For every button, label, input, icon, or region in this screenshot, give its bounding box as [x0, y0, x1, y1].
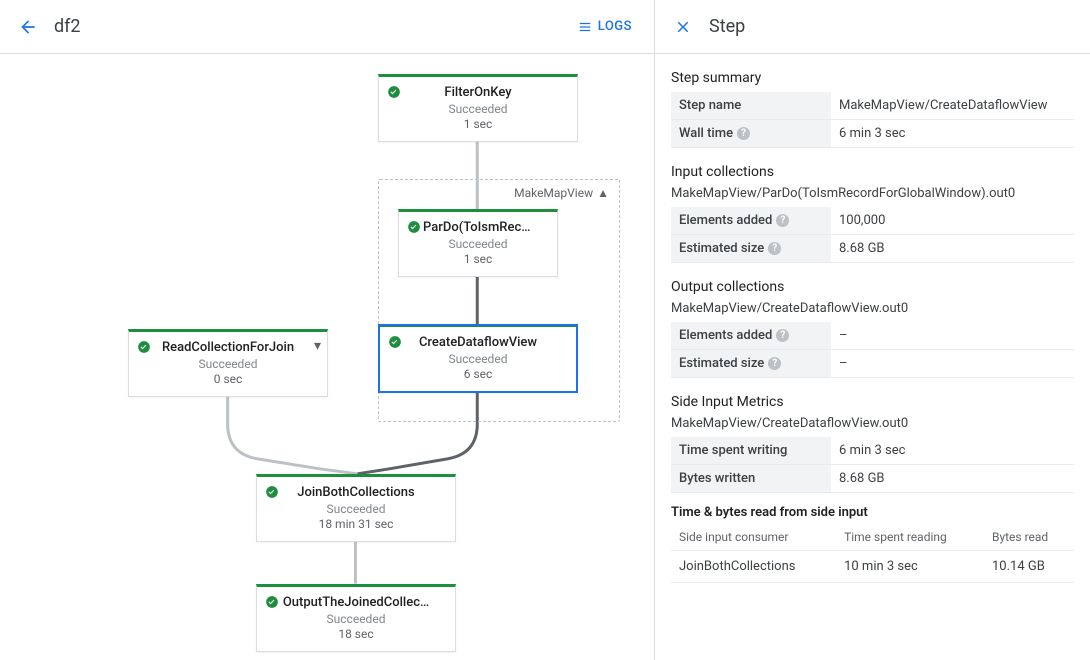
node-time: 1 sec [409, 252, 547, 266]
node-title: JoinBothCollections [267, 485, 445, 500]
section-input: Input collections [671, 164, 1074, 180]
right-header: Step [655, 0, 1090, 54]
row-wall-time: Wall time? 6 min 3 sec [671, 120, 1074, 148]
close-icon [674, 18, 692, 36]
node-status: Succeeded [409, 237, 547, 251]
row-step-name: Step name MakeMapView/CreateDataflowView [671, 92, 1074, 120]
node-status: Succeeded [267, 612, 445, 626]
group-label: MakeMapView [514, 186, 593, 200]
row-estimated-size: Estimated size? – [671, 350, 1074, 378]
graph-canvas[interactable]: MakeMapView ▲ FilterOnKey Succeeded 1 se… [0, 54, 654, 660]
panel-title: Step [709, 16, 745, 37]
node-pardo[interactable]: ParDo(ToIsmRecordFor… Succeeded 1 sec [398, 209, 558, 277]
check-icon [265, 485, 279, 503]
check-icon [387, 85, 401, 103]
summary-table: Step name MakeMapView/CreateDataflowView… [671, 92, 1074, 148]
table-row: JoinBothCollections 10 min 3 sec 10.14 G… [671, 551, 1074, 583]
node-output[interactable]: OutputTheJoinedCollec… Succeeded 18 sec [256, 584, 456, 652]
output-path: MakeMapView/CreateDataflowView.out0 [671, 301, 1074, 316]
check-icon [137, 340, 151, 358]
node-status: Succeeded [389, 102, 567, 116]
sideinput-path: MakeMapView/CreateDataflowView.out0 [671, 416, 1074, 431]
row-elements-added: Elements added? – [671, 322, 1074, 350]
check-icon [407, 220, 421, 238]
node-createdataflowview[interactable]: CreateDataflowView Succeeded 6 sec [378, 324, 578, 393]
node-title: CreateDataflowView [390, 335, 566, 350]
col-time: Time spent reading [836, 524, 984, 551]
node-title: FilterOnKey [389, 85, 567, 100]
node-title: ParDo(ToIsmRecordFor… [409, 220, 547, 235]
node-readcollection[interactable]: ▾ ReadCollectionForJoin Succeeded 0 sec [128, 329, 328, 397]
col-bytes: Bytes read [984, 524, 1074, 551]
back-button[interactable] [12, 11, 44, 43]
help-icon[interactable]: ? [776, 329, 789, 342]
row-elements-added: Elements added? 100,000 [671, 207, 1074, 235]
node-title: ReadCollectionForJoin [139, 340, 317, 355]
help-icon[interactable]: ? [768, 242, 781, 255]
node-title: OutputTheJoinedCollec… [267, 595, 445, 610]
section-sideinput: Side Input Metrics [671, 394, 1074, 410]
output-table: Elements added? – Estimated size? – [671, 322, 1074, 378]
check-icon [388, 335, 402, 353]
help-icon[interactable]: ? [768, 357, 781, 370]
input-path: MakeMapView/ParDo(ToIsmRecordForGlobalWi… [671, 186, 1074, 201]
node-joinboth[interactable]: JoinBothCollections Succeeded 18 min 31 … [256, 474, 456, 542]
row-estimated-size: Estimated size? 8.68 GB [671, 235, 1074, 263]
node-time: 18 min 31 sec [267, 517, 445, 531]
logs-label: LOGS [598, 19, 632, 34]
sideinput-write-table: Time spent writing 6 min 3 sec Bytes wri… [671, 437, 1074, 493]
col-consumer: Side input consumer [671, 524, 836, 551]
logs-button[interactable]: LOGS [568, 13, 642, 40]
close-button[interactable] [669, 13, 697, 41]
job-title: df2 [54, 16, 81, 37]
node-status: Succeeded [390, 352, 566, 366]
input-table: Elements added? 100,000 Estimated size? … [671, 207, 1074, 263]
logs-icon [578, 20, 592, 34]
node-time: 18 sec [267, 627, 445, 641]
chevron-up-icon: ▲ [597, 186, 609, 200]
node-time: 1 sec [389, 117, 567, 131]
sideinput-read-table: Side input consumer Time spent reading B… [671, 524, 1074, 583]
chevron-down-icon[interactable]: ▾ [314, 338, 321, 354]
node-status: Succeeded [139, 357, 317, 371]
node-status: Succeeded [267, 502, 445, 516]
group-header[interactable]: MakeMapView ▲ [514, 186, 609, 200]
arrow-left-icon [18, 17, 38, 37]
node-time: 0 sec [139, 372, 317, 386]
row-bytes-written: Bytes written 8.68 GB [671, 465, 1074, 493]
left-header: df2 LOGS [0, 0, 654, 54]
row-time-writing: Time spent writing 6 min 3 sec [671, 437, 1074, 465]
help-icon[interactable]: ? [737, 127, 750, 140]
section-step-summary: Step summary [671, 70, 1074, 86]
help-icon[interactable]: ? [776, 214, 789, 227]
node-time: 6 sec [390, 367, 566, 381]
check-icon [265, 595, 279, 613]
sideinput-read-heading: Time & bytes read from side input [671, 505, 1074, 520]
section-output: Output collections [671, 279, 1074, 295]
node-filteronkey[interactable]: FilterOnKey Succeeded 1 sec [378, 74, 578, 142]
